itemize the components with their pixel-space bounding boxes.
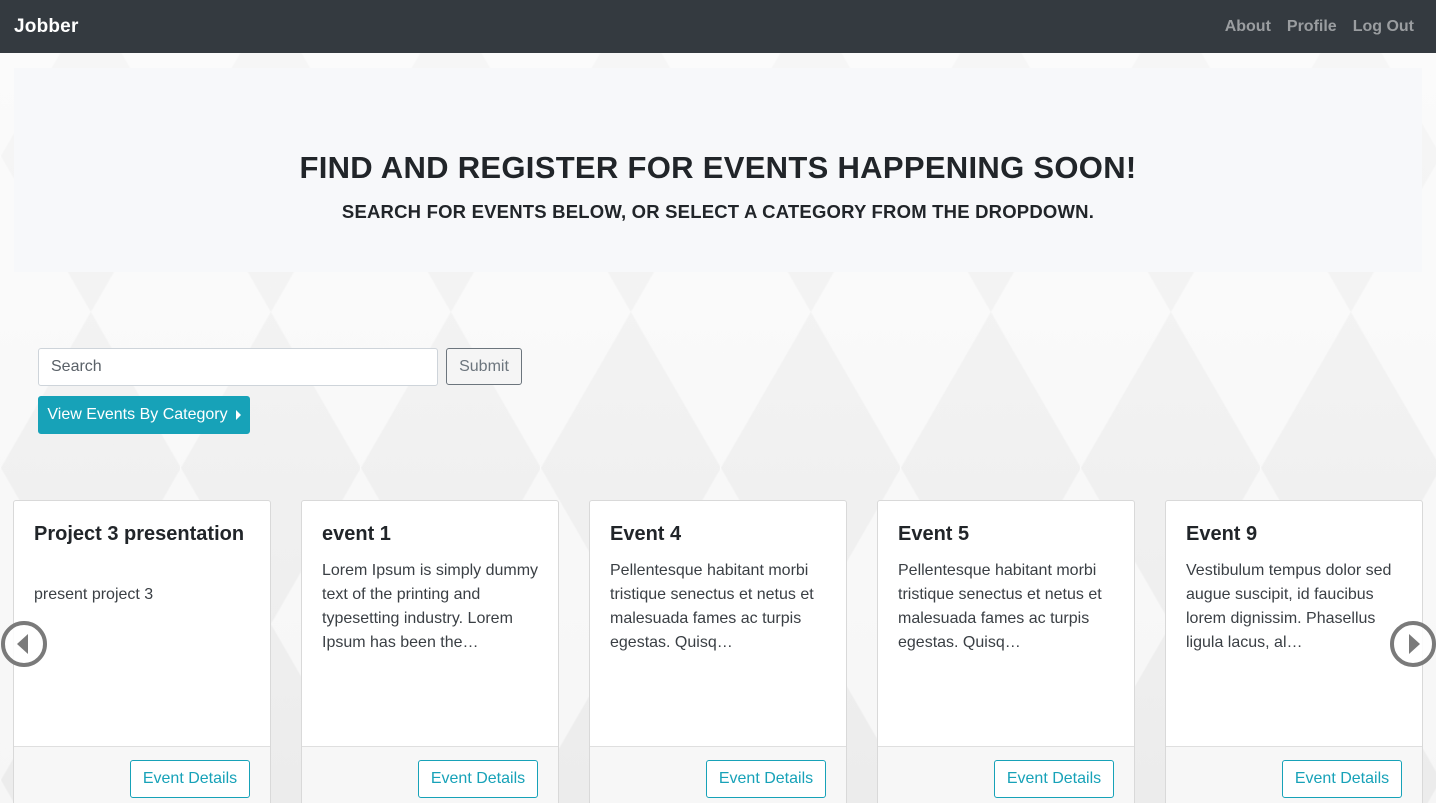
event-card-footer: Event Details [302,746,558,803]
event-card: Event 4 Pellentesque habitant morbi tris… [589,500,847,803]
nav-link-logout[interactable]: Log Out [1353,18,1414,36]
event-card-footer: Event Details [1166,746,1422,803]
event-card-title: Event 9 [1186,523,1258,545]
event-card-title: event 1 [322,523,391,545]
event-card-description: present project 3 [34,586,154,603]
event-details-button[interactable]: Event Details [706,760,826,798]
page-title: FIND AND REGISTER FOR EVENTS HAPPENING S… [299,150,1137,185]
nav-link-about[interactable]: About [1225,18,1271,36]
event-details-button[interactable]: Event Details [1282,760,1402,798]
hero-banner: FIND AND REGISTER FOR EVENTS HAPPENING S… [14,68,1422,272]
event-card-description: Pellentesque habitant morbi tristique se… [898,562,1102,651]
event-card-title: Event 4 [610,523,682,545]
event-details-button[interactable]: Event Details [994,760,1114,798]
event-card-description: Lorem Ipsum is simply dummy text of the … [322,562,539,651]
event-card: Event 9 Vestibulum tempus dolor sed augu… [1165,500,1423,803]
carousel-prev-button[interactable] [1,621,47,667]
event-card-description: Pellentesque habitant morbi tristique se… [610,562,814,651]
event-card-title: Event 5 [898,523,970,545]
category-button-label: View Events By Category [47,406,228,423]
brand-logo[interactable]: Jobber [14,16,79,38]
event-card-description: Vestibulum tempus dolor sed augue suscip… [1186,562,1392,651]
event-card-footer: Event Details [590,746,846,803]
event-details-button[interactable]: Event Details [418,760,538,798]
event-card: event 1 Lorem Ipsum is simply dummy text… [301,500,559,803]
chevron-right-circle-icon [1409,634,1420,654]
nav-link-profile[interactable]: Profile [1287,18,1337,36]
page-subtitle: SEARCH FOR EVENTS BELOW, OR SELECT A CAT… [341,201,1095,222]
view-events-by-category-button[interactable]: View Events By Category [38,396,250,434]
caret-right-icon [235,410,241,420]
event-card-title: Project 3 presentation [34,523,245,545]
top-navbar: Jobber About Profile Log Out [0,0,1436,53]
carousel-next-button[interactable] [1390,621,1436,667]
nav-links: About Profile Log Out [1225,18,1414,36]
submit-button[interactable]: Submit [446,348,522,385]
event-details-button[interactable]: Event Details [130,760,250,798]
event-card: Project 3 presentation present project 3… [13,500,271,803]
search-input[interactable] [38,348,438,386]
event-card-footer: Event Details [14,746,270,803]
event-card-footer: Event Details [878,746,1134,803]
chevron-left-circle-icon [17,634,28,654]
event-card: Event 5 Pellentesque habitant morbi tris… [877,500,1135,803]
